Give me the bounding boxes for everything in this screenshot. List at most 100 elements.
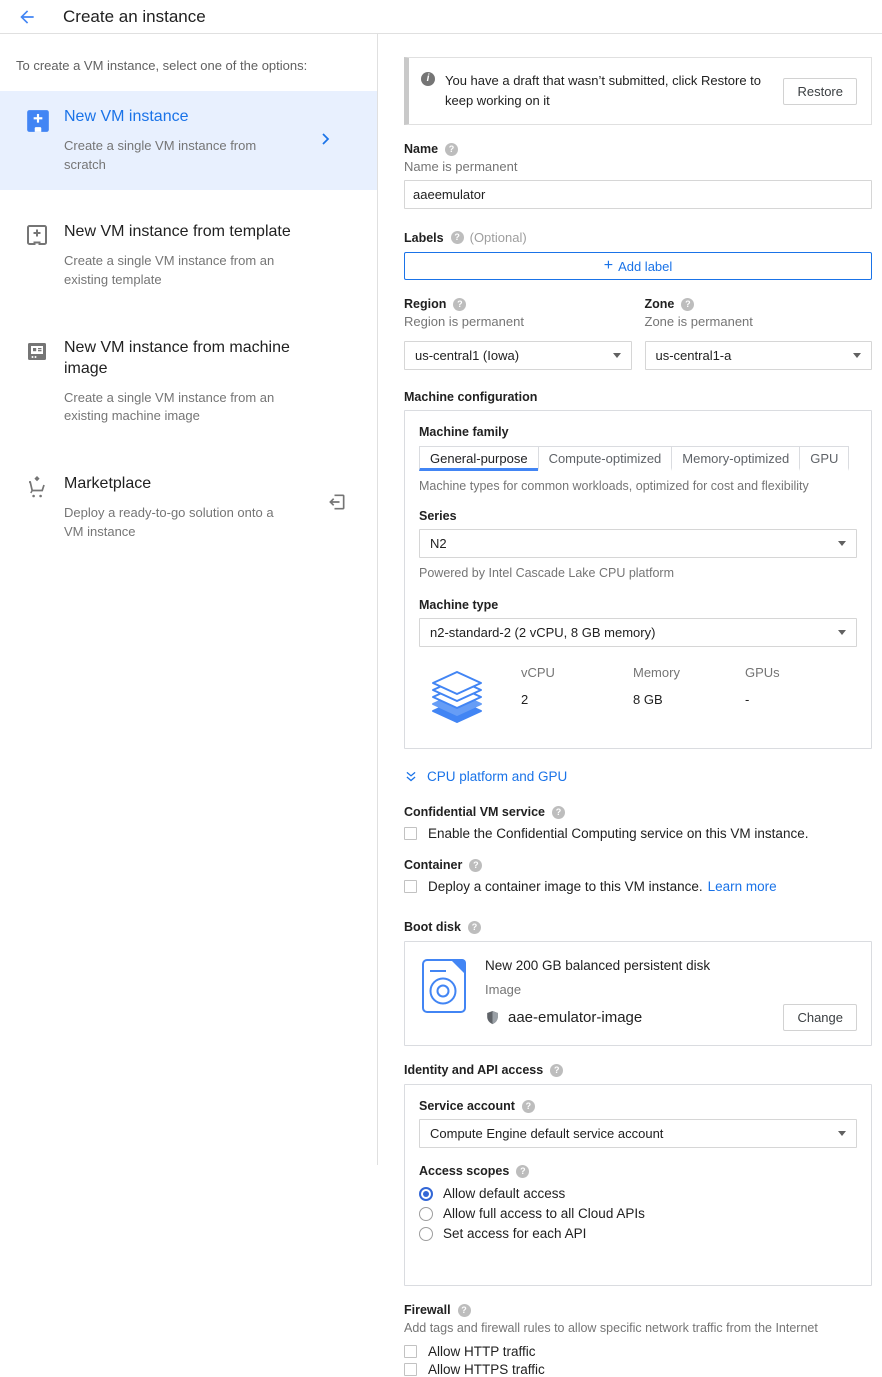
add-label-text: Add label <box>618 259 672 274</box>
boot-disk-title: New 200 GB balanced persistent disk <box>485 958 857 973</box>
zone-field: Zone ? Zone is permanent us-central1-a <box>645 297 873 370</box>
sidebar-item-new-vm-from-machine-image[interactable]: New VM instance from machine image Creat… <box>0 322 377 442</box>
labels-section: Labels ? (Optional) + Add label <box>404 230 872 280</box>
help-icon[interactable]: ? <box>453 298 466 311</box>
boot-disk-icon <box>421 958 467 1031</box>
scope-option-label: Set access for each API <box>443 1226 586 1241</box>
tab-general-purpose[interactable]: General-purpose <box>419 446 539 471</box>
vm-instance-icon <box>25 108 51 134</box>
help-icon[interactable]: ? <box>468 921 481 934</box>
access-scopes: Access scopes ? Allow default access All… <box>419 1164 857 1241</box>
help-icon[interactable]: ? <box>445 143 458 156</box>
machine-summary: vCPU 2 Memory 8 GB GPUs - <box>419 665 857 732</box>
restore-button[interactable]: Restore <box>783 78 857 105</box>
machine-type-value: n2-standard-2 (2 vCPU, 8 GB memory) <box>430 625 655 640</box>
gpus-value: - <box>745 692 857 707</box>
container-text: Deploy a container image to this VM inst… <box>428 879 703 894</box>
series-select[interactable]: N2 <box>419 529 857 558</box>
firewall-label: Firewall <box>404 1303 451 1317</box>
help-icon[interactable]: ? <box>522 1100 535 1113</box>
dropdown-caret-icon <box>838 541 846 546</box>
series-label: Series <box>419 509 457 523</box>
name-input[interactable] <box>404 180 872 209</box>
radio-allow-default-access[interactable] <box>419 1187 433 1201</box>
machine-family-hint: Machine types for common workloads, opti… <box>419 479 857 493</box>
labels-optional: (Optional) <box>470 230 527 245</box>
add-label-button[interactable]: + Add label <box>404 252 872 280</box>
sidebar-item-desc: Create a single VM instance from an exis… <box>64 252 280 290</box>
dropdown-caret-icon <box>613 353 621 358</box>
access-scopes-label: Access scopes <box>419 1164 509 1178</box>
machine-type-select[interactable]: n2-standard-2 (2 vCPU, 8 GB memory) <box>419 618 857 647</box>
identity-section: Identity and API access ? Service accoun… <box>404 1063 872 1286</box>
radio-allow-full-access[interactable] <box>419 1207 433 1221</box>
identity-card: Service account ? Compute Engine default… <box>404 1084 872 1286</box>
cpu-platform-gpu-expander[interactable]: CPU platform and GPU <box>404 769 872 784</box>
name-section: Name ? Name is permanent <box>404 142 872 209</box>
sidebar-item-new-vm-from-template[interactable]: New VM instance from template Create a s… <box>0 206 377 305</box>
container-checkbox[interactable] <box>404 880 417 893</box>
sidebar-item-desc: Deploy a ready-to-go solution onto a VM … <box>64 504 280 542</box>
sidebar-item-marketplace[interactable]: Marketplace Deploy a ready-to-go solutio… <box>0 458 377 557</box>
container-section: Container ? Deploy a container image to … <box>404 858 872 894</box>
learn-more-link[interactable]: Learn more <box>708 879 777 894</box>
machine-family-label: Machine family <box>419 425 509 439</box>
help-icon[interactable]: ? <box>451 231 464 244</box>
change-boot-disk-button[interactable]: Change <box>783 1004 857 1031</box>
allow-http-checkbox[interactable] <box>404 1345 417 1358</box>
help-icon[interactable]: ? <box>552 806 565 819</box>
boot-disk-image-name: aae-emulator-image <box>508 1009 642 1026</box>
series-hint: Powered by Intel Cascade Lake CPU platfo… <box>419 566 857 580</box>
vm-template-icon <box>25 223 51 249</box>
open-marketplace-icon[interactable] <box>327 492 347 512</box>
info-icon: i <box>421 72 435 86</box>
radio-set-access-per-api[interactable] <box>419 1227 433 1241</box>
tab-memory-optimized[interactable]: Memory-optimized <box>671 446 800 471</box>
create-options-sidebar: To create a VM instance, select one of t… <box>0 34 378 1165</box>
service-account-label: Service account <box>419 1099 515 1113</box>
help-icon[interactable]: ? <box>681 298 694 311</box>
back-arrow-icon[interactable] <box>17 6 39 28</box>
confidential-vm-checkbox[interactable] <box>404 827 417 840</box>
scope-option-label: Allow default access <box>443 1186 565 1201</box>
scope-option-label: Allow full access to all Cloud APIs <box>443 1206 645 1221</box>
region-select[interactable]: us-central1 (Iowa) <box>404 341 632 370</box>
machine-type-label: Machine type <box>419 598 498 612</box>
sidebar-intro: To create a VM instance, select one of t… <box>0 34 377 79</box>
machine-configuration-section: Machine configuration Machine family Gen… <box>404 390 872 749</box>
help-icon[interactable]: ? <box>550 1064 563 1077</box>
container-label: Container <box>404 858 462 872</box>
help-icon[interactable]: ? <box>469 859 482 872</box>
firewall-hint: Add tags and firewall rules to allow spe… <box>404 1321 872 1335</box>
sidebar-item-desc: Create a single VM instance from scratch <box>64 137 280 175</box>
zone-select[interactable]: us-central1-a <box>645 341 873 370</box>
name-hint: Name is permanent <box>404 159 872 174</box>
confidential-vm-label: Confidential VM service <box>404 805 545 819</box>
dropdown-caret-icon <box>838 630 846 635</box>
sidebar-item-title: New VM instance from template <box>64 222 291 243</box>
help-icon[interactable]: ? <box>458 1304 471 1317</box>
zone-hint: Zone is permanent <box>645 314 873 329</box>
help-icon[interactable]: ? <box>516 1165 529 1178</box>
tab-gpu[interactable]: GPU <box>799 446 849 471</box>
summary-memory: Memory 8 GB <box>633 665 745 707</box>
sidebar-item-title: Marketplace <box>64 474 280 495</box>
service-account-value: Compute Engine default service account <box>430 1126 663 1141</box>
memory-header: Memory <box>633 665 745 680</box>
top-bar: Create an instance <box>0 0 882 34</box>
sidebar-item-new-vm-instance[interactable]: New VM instance Create a single VM insta… <box>0 91 377 190</box>
allow-https-checkbox[interactable] <box>404 1363 417 1376</box>
service-account-select[interactable]: Compute Engine default service account <box>419 1119 857 1148</box>
zone-value: us-central1-a <box>656 348 732 363</box>
identity-label: Identity and API access <box>404 1063 543 1077</box>
boot-disk-card: New 200 GB balanced persistent disk Imag… <box>404 941 872 1046</box>
region-field: Region ? Region is permanent us-central1… <box>404 297 632 370</box>
boot-disk-section: Boot disk ? New 200 GB balanced persiste… <box>404 920 872 1046</box>
summary-vcpu: vCPU 2 <box>521 665 633 707</box>
boot-disk-label: Boot disk <box>404 920 461 934</box>
machine-image-icon <box>25 339 51 365</box>
tab-compute-optimized[interactable]: Compute-optimized <box>538 446 673 471</box>
dropdown-caret-icon <box>853 353 861 358</box>
region-value: us-central1 (Iowa) <box>415 348 519 363</box>
confidential-vm-text: Enable the Confidential Computing servic… <box>428 826 808 841</box>
